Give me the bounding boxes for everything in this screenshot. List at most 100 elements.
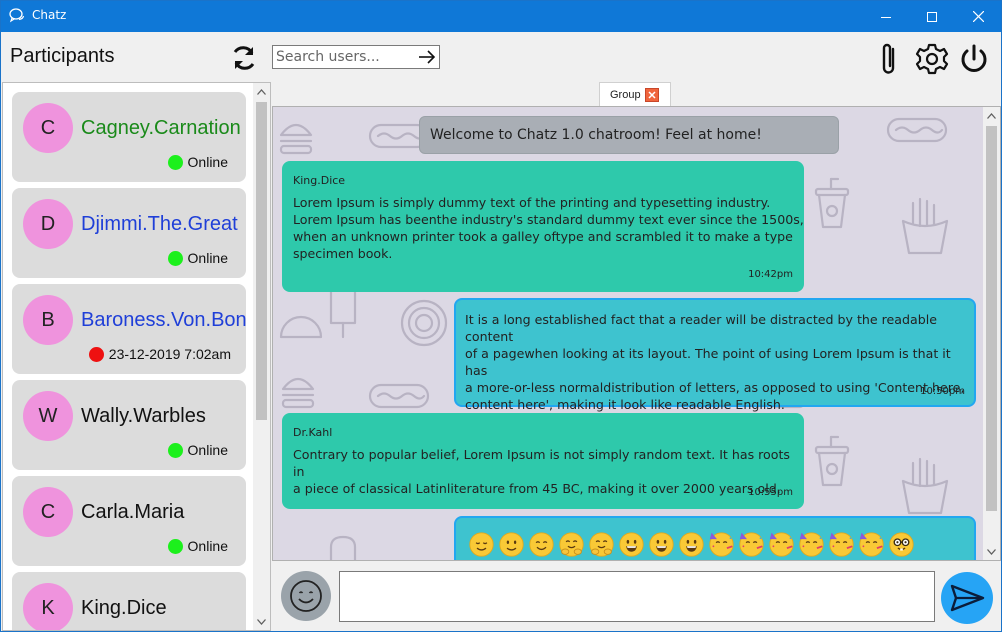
paperclip-icon[interactable] <box>873 41 907 77</box>
status-text: Online <box>187 154 228 170</box>
close-icon[interactable] <box>645 88 659 102</box>
send-icon <box>950 584 985 612</box>
scroll-down-arrow-icon[interactable] <box>983 543 1000 560</box>
grinning-face-icon <box>676 529 706 559</box>
chat-bubbles-icon <box>9 8 25 23</box>
chat-scrollbar[interactable] <box>983 107 1000 560</box>
grinning-face-icon <box>616 529 646 559</box>
status-text: 23-12-2019 7:02am <box>108 346 231 362</box>
participant-name: Djimmi.The.Great <box>81 213 238 235</box>
hugging-face-icon <box>586 529 616 559</box>
status-dot <box>167 250 183 266</box>
panel-title: Participants <box>10 45 115 67</box>
partying-face-icon <box>826 529 856 559</box>
emoji-picker-button[interactable] <box>281 571 331 621</box>
status-indicator: Online <box>167 442 228 458</box>
message-text: It is a long established fact that a rea… <box>465 312 965 412</box>
emoji-row <box>466 529 916 559</box>
participants-list: C Cagney.Carnation Online D Djimmi.The.G… <box>2 82 271 631</box>
partying-face-icon <box>736 529 766 559</box>
nerd-face-icon <box>886 529 916 559</box>
power-icon[interactable] <box>957 41 991 77</box>
participants-scrollbar[interactable] <box>253 83 270 630</box>
welcome-banner: Welcome to Chatz 1.0 chatroom! Feel at h… <box>419 116 839 154</box>
search-input[interactable] <box>273 46 413 68</box>
status-dot <box>88 346 104 362</box>
scroll-up-arrow-icon[interactable] <box>253 83 270 100</box>
tab-strip: Group <box>272 82 1001 106</box>
participant-name: Cagney.Carnation <box>81 117 241 139</box>
title-bar: Chatz <box>1 1 1001 32</box>
status-indicator: 23-12-2019 7:02am <box>88 346 231 362</box>
status-indicator: Online <box>167 154 228 170</box>
chatz-window: Chatz Participants Search users... C Cag… <box>0 0 1002 632</box>
message-text: Contrary to popular belief, Lorem Ipsum … <box>293 447 790 496</box>
search-box <box>272 45 440 69</box>
status-indicator: Online <box>167 538 228 554</box>
participant-card[interactable]: W Wally.Warbles Online <box>12 380 246 470</box>
smiling-face-icon <box>526 529 556 559</box>
chat-view: Welcome to Chatz 1.0 chatroom! Feel at h… <box>272 106 1001 561</box>
avatar: C <box>23 103 73 153</box>
smiley-icon <box>290 580 322 612</box>
participant-name: Carla.Maria <box>81 501 185 523</box>
participant-card[interactable]: B Baroness.Von.Bon 23-12-2019 7:02am <box>12 284 246 374</box>
scroll-up-arrow-icon[interactable] <box>983 107 1000 124</box>
status-dot <box>167 538 183 554</box>
status-dot <box>167 154 183 170</box>
scrollbar-thumb[interactable] <box>256 102 267 420</box>
participant-card[interactable]: C Carla.Maria Online <box>12 476 246 566</box>
message-bubble: King.Dice Lorem Ipsum is simply dummy te… <box>282 161 804 292</box>
hugging-face-icon <box>556 529 586 559</box>
grinning-face-icon <box>646 529 676 559</box>
slightly-smiling-face-icon <box>496 529 526 559</box>
participant-name: Baroness.Von.Bon <box>81 309 246 331</box>
emoji-message-bubble <box>454 516 976 560</box>
send-button[interactable] <box>941 572 993 624</box>
composer <box>272 562 1001 631</box>
close-button[interactable] <box>955 1 1001 32</box>
gear-icon[interactable] <box>915 41 949 77</box>
message-text: Lorem Ipsum is simply dummy text of the … <box>293 195 804 261</box>
status-dot <box>167 442 183 458</box>
participant-card[interactable]: K King.Dice <box>12 572 246 630</box>
close-icon <box>972 11 984 22</box>
relieved-face-icon <box>466 529 496 559</box>
scrollbar-thumb[interactable] <box>986 126 997 511</box>
participant-card[interactable]: D Djimmi.The.Great Online <box>12 188 246 278</box>
message-time: 10:50pm <box>920 386 965 397</box>
message-bubble: Dr.Kahl Contrary to popular belief, Lore… <box>282 413 804 509</box>
tab-group[interactable]: Group <box>599 82 671 106</box>
avatar: W <box>23 391 73 441</box>
maximize-icon <box>927 11 937 22</box>
message-bubble: It is a long established fact that a rea… <box>454 298 976 412</box>
arrow-right-icon[interactable] <box>417 48 437 66</box>
participant-card[interactable]: C Cagney.Carnation Online <box>12 92 246 182</box>
minimize-button[interactable] <box>863 1 909 32</box>
participant-name: Wally.Warbles <box>81 405 206 427</box>
status-text: Online <box>187 250 228 266</box>
avatar: C <box>23 487 73 537</box>
message-time: 10:55pm <box>748 487 793 498</box>
avatar: K <box>23 583 73 630</box>
scroll-down-arrow-icon[interactable] <box>253 613 270 630</box>
participant-name: King.Dice <box>81 597 167 619</box>
partying-face-icon <box>706 529 736 559</box>
refresh-icon[interactable] <box>229 43 259 73</box>
avatar: D <box>23 199 73 249</box>
partying-face-icon <box>796 529 826 559</box>
window-title: Chatz <box>32 8 67 22</box>
message-input[interactable] <box>339 571 935 622</box>
partying-face-icon <box>766 529 796 559</box>
minimize-icon <box>881 16 891 18</box>
status-text: Online <box>187 442 228 458</box>
status-indicator: Online <box>167 250 228 266</box>
message-time: 10:42pm <box>748 269 793 280</box>
partying-face-icon <box>856 529 886 559</box>
message-sender: Dr.Kahl <box>293 426 333 439</box>
tab-label: Group <box>610 88 641 101</box>
maximize-button[interactable] <box>909 1 955 32</box>
avatar: B <box>23 295 73 345</box>
message-sender: King.Dice <box>293 174 346 187</box>
status-text: Online <box>187 538 228 554</box>
